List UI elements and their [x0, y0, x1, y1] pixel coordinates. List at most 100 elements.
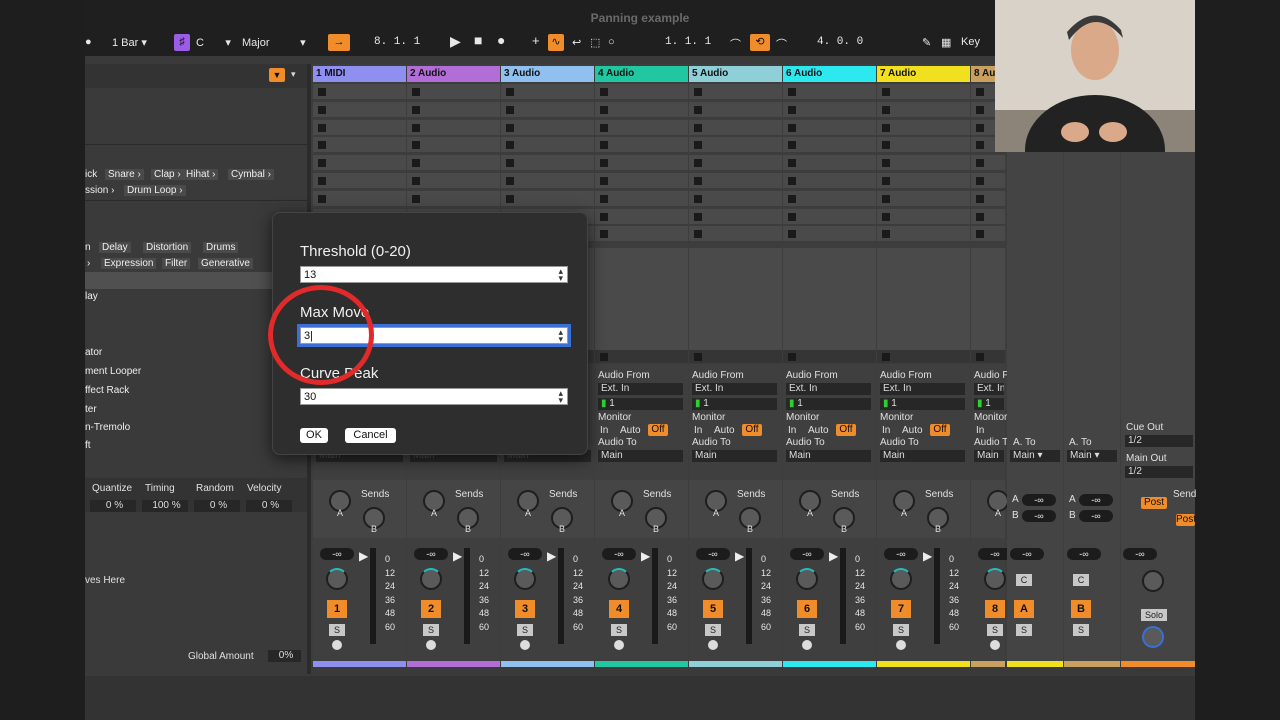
pan-knob[interactable]: [890, 568, 912, 590]
audio-from-select[interactable]: Ext. In: [692, 383, 777, 395]
stop-clip-icon[interactable]: [412, 194, 420, 203]
main-solo-button[interactable]: Solo: [1141, 609, 1167, 621]
stop-clip-icon[interactable]: [600, 194, 608, 203]
stop-clip-icon[interactable]: [412, 141, 420, 150]
stop-clip-icon[interactable]: [882, 230, 890, 239]
audio-from-select[interactable]: Ext. In: [786, 383, 871, 395]
stop-clip-icon[interactable]: [318, 177, 326, 185]
clip-slot[interactable]: [689, 137, 782, 154]
input-channel-select[interactable]: ▮ 1: [598, 398, 683, 410]
clip-slot[interactable]: [595, 155, 688, 172]
volume-readout[interactable]: -∞: [790, 548, 824, 560]
track-activator[interactable]: 3: [515, 600, 535, 618]
audio-to-select[interactable]: Main: [692, 450, 777, 462]
return-a-volume[interactable]: -∞: [1010, 548, 1044, 560]
stop-clip-icon[interactable]: [318, 105, 326, 114]
stop-clip-icon[interactable]: [506, 105, 514, 114]
stop-clip-icon[interactable]: [506, 123, 514, 132]
arm-button[interactable]: [802, 640, 812, 650]
return-b-send-b[interactable]: -∞: [1079, 510, 1113, 522]
clip-slot[interactable]: [783, 190, 876, 207]
track-activator[interactable]: 5: [703, 600, 723, 618]
clip-slot[interactable]: [783, 226, 876, 243]
clip-slot[interactable]: [407, 119, 500, 136]
stop-clip-icon[interactable]: [506, 159, 514, 168]
stop-clip-icon[interactable]: [600, 212, 608, 221]
clip-slot[interactable]: [783, 208, 876, 225]
audio-from-select[interactable]: Ext. In: [974, 383, 1004, 395]
volume-readout[interactable]: -∞: [602, 548, 636, 560]
monitor-auto-button[interactable]: Auto: [808, 425, 829, 436]
solo-button[interactable]: S: [611, 624, 627, 636]
solo-button[interactable]: S: [517, 624, 533, 636]
stop-clip-icon[interactable]: [506, 141, 514, 150]
stop-clip-icon[interactable]: [600, 159, 608, 168]
stop-clip-icon[interactable]: [600, 177, 608, 185]
clip-slot[interactable]: [689, 173, 782, 189]
stop-clip-icon[interactable]: [788, 141, 796, 150]
stop-clip-icon[interactable]: [412, 123, 420, 132]
volume-readout[interactable]: -∞: [414, 548, 448, 560]
monitor-off-button[interactable]: Off: [648, 424, 668, 436]
clip-slot[interactable]: [783, 173, 876, 189]
monitor-in-button[interactable]: In: [694, 425, 702, 436]
arm-button[interactable]: [426, 640, 436, 650]
stop-all-icon[interactable]: [600, 353, 608, 361]
pan-knob[interactable]: [608, 568, 630, 590]
stop-clip-icon[interactable]: [788, 194, 796, 203]
pan-knob[interactable]: [796, 568, 818, 590]
clip-slot[interactable]: [407, 155, 500, 172]
clip-slot[interactable]: [689, 119, 782, 136]
monitor-in-button[interactable]: In: [976, 425, 984, 436]
stop-clip-icon[interactable]: [412, 159, 420, 168]
input-channel-select[interactable]: ▮ 1: [692, 398, 777, 410]
stop-clip-icon[interactable]: [694, 123, 702, 132]
pan-knob[interactable]: [702, 568, 724, 590]
main-pan-knob[interactable]: [1142, 570, 1164, 592]
pan-knob[interactable]: [326, 568, 348, 590]
clip-slot[interactable]: [595, 208, 688, 225]
audio-from-select[interactable]: Ext. In: [880, 383, 965, 395]
volume-readout[interactable]: -∞: [508, 548, 542, 560]
stop-clip-icon[interactable]: [976, 230, 984, 239]
return-a-output-select[interactable]: Main ▾: [1010, 450, 1060, 462]
clip-slot[interactable]: [971, 208, 1005, 225]
solo-button[interactable]: S: [329, 624, 345, 636]
track-activator[interactable]: 8: [985, 600, 1005, 618]
stop-clip-icon[interactable]: [882, 177, 890, 185]
clip-slot[interactable]: [689, 190, 782, 207]
clip-slot[interactable]: [313, 119, 406, 136]
return-a-solo[interactable]: S: [1016, 624, 1032, 636]
clip-slot[interactable]: [689, 84, 782, 100]
clip-slot[interactable]: [407, 101, 500, 118]
clip-slot[interactable]: [877, 84, 970, 100]
solo-button[interactable]: S: [705, 624, 721, 636]
clip-slot-area[interactable]: [971, 248, 1005, 350]
clip-slot[interactable]: [313, 84, 406, 100]
cancel-button[interactable]: Cancel: [345, 428, 396, 443]
track-header[interactable]: 5 Audio: [689, 66, 782, 82]
clip-slot-area[interactable]: [877, 248, 970, 350]
track-header[interactable]: 7 Audio: [877, 66, 970, 82]
clip-slot[interactable]: [877, 173, 970, 189]
post-button-b[interactable]: Post: [1176, 514, 1195, 526]
stop-clip-icon[interactable]: [318, 141, 326, 150]
track-header[interactable]: 6 Audio: [783, 66, 876, 82]
track-header[interactable]: 4 Audio: [595, 66, 688, 82]
clip-slot[interactable]: [501, 137, 594, 154]
stop-clip-icon[interactable]: [788, 123, 796, 132]
return-b-solo[interactable]: S: [1073, 624, 1089, 636]
stop-all-icon[interactable]: [694, 353, 702, 361]
clip-slot[interactable]: [595, 173, 688, 189]
stop-clip-icon[interactable]: [318, 123, 326, 132]
stop-clip-icon[interactable]: [694, 177, 702, 185]
clip-slot-area[interactable]: [783, 248, 876, 350]
audio-to-select[interactable]: Main: [974, 450, 1004, 462]
clip-slot[interactable]: [877, 226, 970, 243]
stop-clip-icon[interactable]: [976, 105, 984, 114]
clip-slot[interactable]: [783, 137, 876, 154]
volume-readout[interactable]: -∞: [696, 548, 730, 560]
return-a-activator[interactable]: A: [1014, 600, 1034, 618]
stop-clip-icon[interactable]: [412, 177, 420, 185]
stop-clip-icon[interactable]: [600, 105, 608, 114]
